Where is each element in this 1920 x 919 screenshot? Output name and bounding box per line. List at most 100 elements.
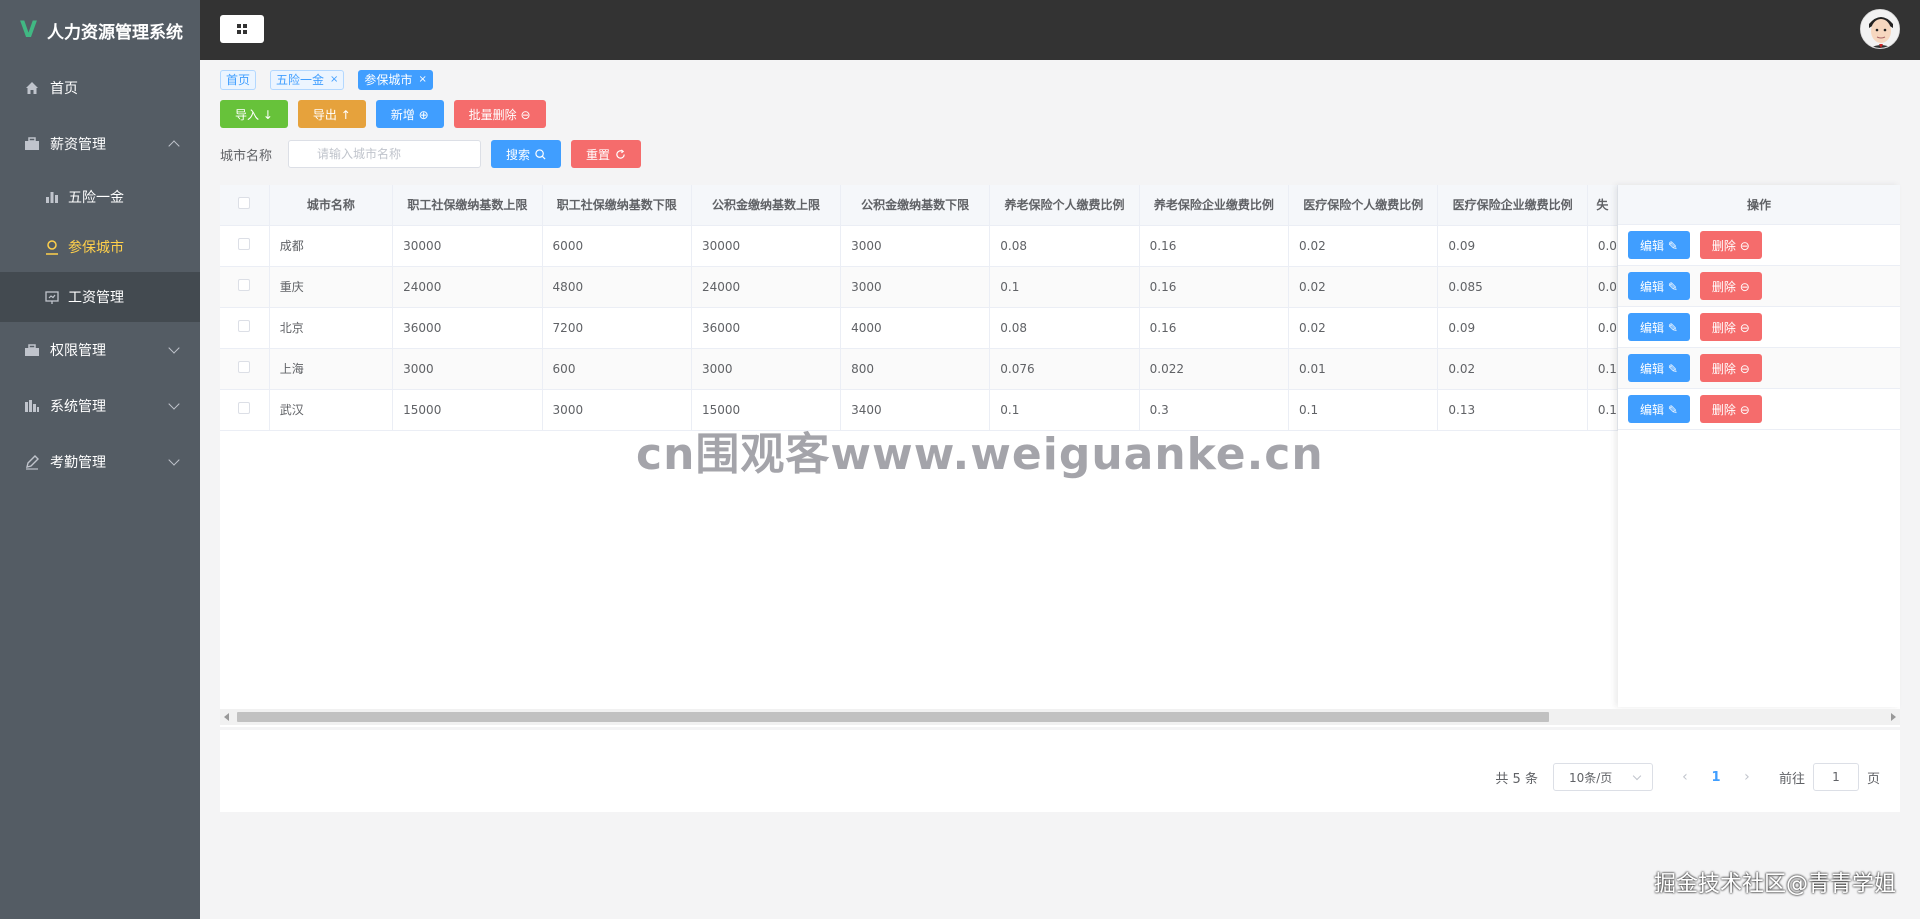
table-cell: 0.02 (1288, 266, 1439, 308)
table-cell: 0.08 (989, 307, 1140, 349)
user-avatar[interactable] (1860, 9, 1900, 49)
next-page-button[interactable]: › (1735, 769, 1759, 785)
close-icon[interactable]: × (418, 71, 426, 89)
sidebar-item-system[interactable]: 系统管理 (0, 378, 200, 434)
export-button[interactable]: 导出 ↑ (297, 100, 366, 128)
row-select-cell[interactable] (220, 266, 270, 308)
row-checkbox[interactable] (238, 402, 251, 414)
column-header[interactable]: 职工社保缴纳基数下限 (542, 185, 692, 226)
sidebar-item-label: 系统管理 (50, 399, 106, 415)
table-cell: 0.09 (1437, 307, 1588, 349)
column-header[interactable]: 养老保险个人缴费比例 (989, 185, 1140, 226)
tags-view: 首页 五险一金 × 参保城市 × (220, 70, 433, 90)
sidebar-item-label: 参保城市 (68, 240, 124, 256)
sidebar-item-label: 工资管理 (68, 290, 124, 306)
scroll-left-icon[interactable] (224, 713, 229, 721)
table-row[interactable]: 北京 36000 7200 36000 4000 0.08 0.16 0.02 … (220, 307, 1618, 349)
add-button[interactable]: 新增 ⊕ (375, 100, 444, 128)
row-checkbox[interactable] (238, 279, 251, 291)
delete-button[interactable]: 删除 ⊖ (1699, 354, 1762, 382)
chevron-down-icon (168, 342, 180, 354)
table-cell: 6000 (542, 225, 692, 267)
table-cell: 3000 (840, 225, 991, 267)
table-cell: 0.16 (1139, 266, 1290, 308)
delete-button[interactable]: 删除 ⊖ (1699, 395, 1762, 423)
select-all-checkbox[interactable] (238, 197, 251, 210)
row-checkbox[interactable] (238, 238, 251, 250)
table-cell: 重庆 (269, 266, 394, 308)
close-icon[interactable]: × (330, 71, 338, 89)
delete-button[interactable]: 删除 ⊖ (1699, 313, 1762, 341)
table-cell: 0.1 (1587, 348, 1618, 390)
prev-page-button[interactable]: ‹ (1673, 769, 1697, 785)
select-all-cell[interactable] (220, 185, 270, 226)
scroll-right-icon[interactable] (1891, 713, 1896, 721)
search-button[interactable]: 搜索 (491, 140, 562, 168)
column-header[interactable]: 医疗保险个人缴费比例 (1288, 185, 1439, 226)
table-row[interactable]: 成都 30000 6000 30000 3000 0.08 0.16 0.02 … (220, 225, 1618, 267)
sidebar-item-attendance[interactable]: 考勤管理 (0, 434, 200, 490)
row-checkbox[interactable] (238, 320, 251, 332)
delete-button[interactable]: 删除 ⊖ (1699, 231, 1762, 259)
city-search-input[interactable] (288, 140, 481, 168)
edit-button[interactable]: 编辑 ✎ (1628, 272, 1690, 300)
column-header[interactable]: 公积金缴纳基数上限 (691, 185, 842, 226)
table-cell: 0.02 (1288, 307, 1439, 349)
sidebar-item-insured-city[interactable]: 参保城市 (0, 222, 200, 272)
bar-chart-icon (46, 192, 58, 203)
column-header[interactable]: 职工社保缴纳基数上限 (392, 185, 543, 226)
action-row: 编辑 ✎ 删除 ⊖ (1618, 348, 1900, 389)
sidebar-item-salary[interactable]: 薪资管理 (0, 116, 200, 172)
edit-pen-icon (26, 455, 39, 470)
row-select-cell[interactable] (220, 307, 270, 349)
table-cell: 24000 (392, 266, 543, 308)
sidebar-item-insurance[interactable]: 五险一金 (0, 172, 200, 222)
column-header[interactable]: 养老保险企业缴费比例 (1139, 185, 1290, 226)
row-select-cell[interactable] (220, 389, 270, 431)
reset-button[interactable]: 重置 (571, 140, 642, 168)
app-logo[interactable]: V 人力资源管理系统 (0, 0, 200, 60)
sidebar-item-wages[interactable]: 工资管理 (0, 272, 200, 322)
sidebar-item-home[interactable]: 首页 (0, 60, 200, 116)
page-number[interactable]: 1 (1697, 770, 1735, 785)
sidebar-item-label: 五险一金 (68, 190, 124, 206)
edit-button[interactable]: 编辑 ✎ (1628, 395, 1690, 423)
edit-button[interactable]: 编辑 ✎ (1628, 231, 1690, 259)
horizontal-scrollbar[interactable] (220, 709, 1900, 725)
tag-home[interactable]: 首页 (220, 70, 257, 90)
table-cell: 0.16 (1139, 225, 1290, 267)
column-header[interactable]: 公积金缴纳基数下限 (840, 185, 991, 226)
top-header (200, 0, 1920, 60)
table-row[interactable]: 上海 3000 600 3000 800 0.076 0.022 0.01 0.… (220, 348, 1618, 390)
tag-insured-city[interactable]: 参保城市 × (358, 70, 433, 90)
app-title: 人力资源管理系统 (47, 22, 184, 43)
table-cell: 0.0 (1587, 266, 1618, 308)
table-row[interactable]: 重庆 24000 4800 24000 3000 0.1 0.16 0.02 0… (220, 266, 1618, 308)
table-cell: 0.1 (1587, 389, 1618, 431)
sidebar-toggle-button[interactable] (220, 15, 264, 43)
row-select-cell[interactable] (220, 225, 270, 267)
column-header[interactable]: 医疗保险企业缴费比例 (1437, 185, 1588, 226)
edit-button[interactable]: 编辑 ✎ (1628, 354, 1690, 382)
column-header[interactable]: 失 (1587, 185, 1618, 226)
table-cell: 3000 (840, 266, 991, 308)
table-cell: 0.085 (1437, 266, 1588, 308)
table-cell: 30000 (392, 225, 543, 267)
chevron-down-icon (168, 454, 180, 466)
goto-page-input[interactable]: 1 (1812, 763, 1859, 791)
column-header[interactable]: 城市名称 (269, 185, 394, 226)
edit-button[interactable]: 编辑 ✎ (1628, 313, 1690, 341)
batch-delete-button[interactable]: 批量删除 ⊖ (453, 100, 546, 128)
page-size-select[interactable]: 10条/页 (1552, 763, 1653, 791)
row-select-cell[interactable] (220, 348, 270, 390)
table-cell: 15000 (392, 389, 543, 431)
table-cell: 北京 (269, 307, 394, 349)
row-checkbox[interactable] (238, 361, 251, 373)
tag-label: 五险一金 (276, 73, 325, 87)
import-button[interactable]: 导入 ↓ (220, 100, 288, 128)
tag-insurance[interactable]: 五险一金 × (270, 70, 345, 90)
sidebar-item-permission[interactable]: 权限管理 (0, 322, 200, 378)
table-cell: 800 (840, 348, 991, 390)
scrollbar-thumb[interactable] (237, 712, 1549, 722)
delete-button[interactable]: 删除 ⊖ (1699, 272, 1762, 300)
